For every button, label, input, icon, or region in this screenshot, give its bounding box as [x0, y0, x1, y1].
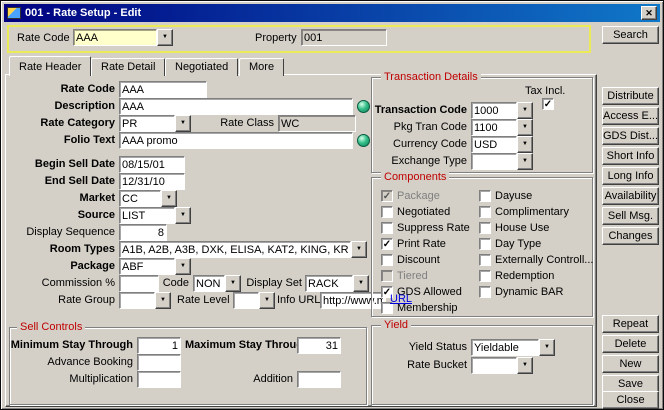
sell-controls-title: Sell Controls — [17, 321, 85, 333]
delete-button[interactable]: Delete — [602, 335, 659, 353]
gds-distribution-button[interactable]: GDS Dist... — [602, 127, 659, 145]
checkbox-box — [479, 286, 491, 298]
checkbox-box — [381, 254, 393, 266]
checkbox-dynamic-bar[interactable]: Dynamic BAR — [479, 285, 563, 298]
checkbox-day-type[interactable]: Day Type — [479, 237, 541, 250]
distribute-button[interactable]: Distribute — [602, 87, 659, 105]
checkbox-label: Negotiated — [397, 206, 450, 218]
checkbox-complimentary[interactable]: Complimentary — [479, 205, 569, 218]
yield-title: Yield — [381, 319, 411, 331]
checkbox-box — [479, 270, 491, 282]
checkbox-box — [479, 254, 491, 266]
repeat-button[interactable]: Repeat — [602, 315, 659, 333]
url-link[interactable]: URL — [390, 293, 412, 305]
access-exceptions-button[interactable]: Access E... — [602, 107, 659, 125]
tab-rate-header[interactable]: Rate Header — [9, 56, 91, 76]
short-info-button[interactable]: Short Info — [602, 147, 659, 165]
tab-rate-detail[interactable]: Rate Detail — [91, 58, 165, 76]
checkbox-label: Discount — [397, 254, 440, 266]
checkbox-box — [479, 238, 491, 250]
search-button[interactable]: Search — [602, 26, 659, 44]
checkbox-label: House Use — [495, 222, 549, 234]
yield-group — [371, 325, 593, 405]
checkbox-box — [381, 270, 393, 282]
long-info-button[interactable]: Long Info — [602, 167, 659, 185]
checkbox-label: Redemption — [495, 270, 554, 282]
checkbox-print-rate[interactable]: ✓ Print Rate — [381, 237, 446, 250]
checkbox-label: Print Rate — [397, 238, 446, 250]
sell-msg-button[interactable]: Sell Msg. — [602, 207, 659, 225]
checkbox-dayuse[interactable]: Dayuse — [479, 189, 532, 202]
tab-more[interactable]: More — [239, 58, 284, 76]
topbar-rate-code-input[interactable] — [73, 29, 157, 46]
transaction-details-group — [371, 77, 593, 173]
checkbox-package[interactable]: ✓ Package — [381, 189, 440, 202]
checkbox-label: Suppress Rate — [397, 222, 470, 234]
checkbox-label: Package — [397, 190, 440, 202]
topbar-property-value — [301, 29, 387, 46]
checkbox-box — [381, 222, 393, 234]
tax-incl-checkbox[interactable]: ✓ — [542, 98, 554, 110]
changes-button[interactable]: Changes — [602, 227, 659, 245]
topbar-property-label: Property — [255, 32, 297, 45]
checkbox-box: ✓ — [381, 238, 393, 250]
checkbox-label: Dayuse — [495, 190, 532, 202]
app-icon — [7, 7, 21, 19]
checkbox-negotiated[interactable]: Negotiated — [381, 205, 450, 218]
checkbox-box: ✓ — [381, 190, 393, 202]
sell-controls-group — [9, 327, 367, 405]
new-button[interactable]: New — [602, 355, 659, 373]
checkbox-label: Externally Controll... — [495, 254, 593, 266]
close-button-bottom[interactable]: Close — [602, 391, 659, 409]
transaction-details-title: Transaction Details — [381, 71, 481, 83]
checkbox-box — [479, 190, 491, 202]
availability-button[interactable]: Availability — [602, 187, 659, 205]
checkbox-tiered[interactable]: Tiered — [381, 269, 428, 282]
chevron-down-icon: ▼ — [158, 30, 172, 45]
checkbox-box — [381, 206, 393, 218]
checkbox-redemption[interactable]: Redemption — [479, 269, 554, 282]
components-title: Components — [381, 171, 449, 183]
close-button[interactable]: ✕ — [641, 6, 657, 20]
tab-negotiated[interactable]: Negotiated — [165, 58, 238, 76]
window-title: 001 - Rate Setup - Edit — [25, 7, 637, 19]
checkbox-box — [479, 206, 491, 218]
rate-setup-window: 001 - Rate Setup - Edit ✕ Rate Code ▼ Pr… — [0, 0, 664, 410]
checkbox-discount[interactable]: Discount — [381, 253, 440, 266]
checkbox-label: Tiered — [397, 270, 428, 282]
checkbox-label: Day Type — [495, 238, 541, 250]
topbar-rate-code-dropdown-button[interactable]: ▼ — [157, 29, 173, 46]
checkbox-box — [479, 222, 491, 234]
checkbox-suppress-rate[interactable]: Suppress Rate — [381, 221, 470, 234]
checkbox-externally-controlled[interactable]: Externally Controll... — [479, 253, 593, 266]
checkbox-label: Dynamic BAR — [495, 286, 563, 298]
close-icon: ✕ — [645, 8, 653, 18]
titlebar: 001 - Rate Setup - Edit ✕ — [4, 4, 660, 22]
checkbox-house-use[interactable]: House Use — [479, 221, 549, 234]
checkbox-label: Complimentary — [495, 206, 569, 218]
topbar-rate-code-label: Rate Code — [17, 32, 70, 45]
